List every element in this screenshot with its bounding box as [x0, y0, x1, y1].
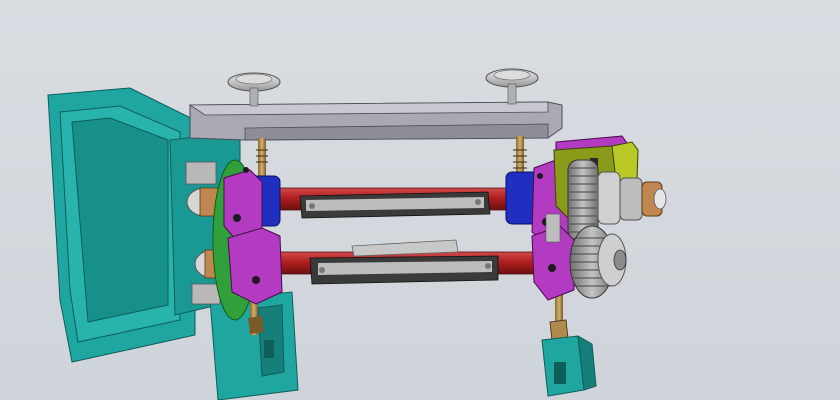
slide-rail-lower[interactable]: [309, 239, 499, 285]
handwheel-left[interactable]: [227, 72, 281, 107]
slide-rail-upper[interactable]: [299, 191, 491, 219]
support-foot[interactable]: [541, 335, 597, 397]
assembly-model[interactable]: [0, 0, 840, 400]
cad-viewport[interactable]: [0, 0, 840, 400]
handwheel-right[interactable]: [485, 68, 539, 105]
lead-screw-group: [248, 136, 569, 341]
top-crossbar[interactable]: [188, 101, 563, 141]
